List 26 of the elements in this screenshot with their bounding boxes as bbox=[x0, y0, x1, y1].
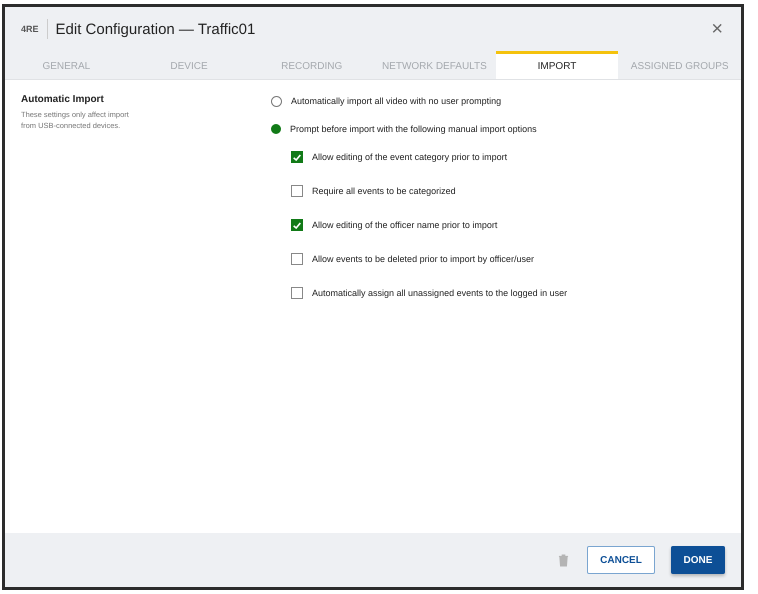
done-button[interactable]: DONE bbox=[671, 546, 725, 574]
checkbox-label: Allow events to be deleted prior to import by officer/user bbox=[312, 254, 534, 264]
radio-label: Prompt before import with the following manual import options bbox=[290, 124, 537, 134]
logo: 4RE bbox=[21, 19, 48, 39]
radio-button[interactable] bbox=[271, 124, 281, 134]
cancel-button[interactable]: CANCEL bbox=[587, 546, 655, 574]
checkbox[interactable] bbox=[291, 151, 303, 163]
checkbox-label: Require all events to be categorized bbox=[312, 186, 456, 196]
checkbox-label: Allow editing of the officer name prior to import bbox=[312, 220, 498, 230]
tab[interactable]: GENERAL bbox=[5, 51, 128, 79]
checkbox[interactable] bbox=[291, 219, 303, 231]
radio-button[interactable] bbox=[271, 96, 282, 106]
tab[interactable]: NETWORK DEFAULTS bbox=[373, 51, 496, 79]
dialog-title: Edit Configuration — Traffic01 bbox=[56, 20, 256, 38]
tab[interactable]: IMPORT bbox=[496, 51, 618, 79]
checkbox-label: Allow editing of the event category prior to import bbox=[312, 152, 508, 162]
close-button[interactable]: × bbox=[707, 18, 727, 40]
checkbox-label: Automatically assign all unassigned events to the logged in user bbox=[312, 288, 568, 298]
tab[interactable]: RECORDING bbox=[250, 51, 374, 79]
tab[interactable]: ASSIGNED GROUPS bbox=[618, 51, 742, 79]
tab[interactable]: DEVICE bbox=[128, 51, 250, 79]
checkbox[interactable] bbox=[291, 287, 303, 299]
checkbox[interactable] bbox=[291, 253, 303, 265]
radio-label: Automatically import all video with no user prompting bbox=[291, 96, 502, 106]
section-title: Automatic Import bbox=[21, 94, 105, 105]
checkbox[interactable] bbox=[291, 185, 303, 197]
